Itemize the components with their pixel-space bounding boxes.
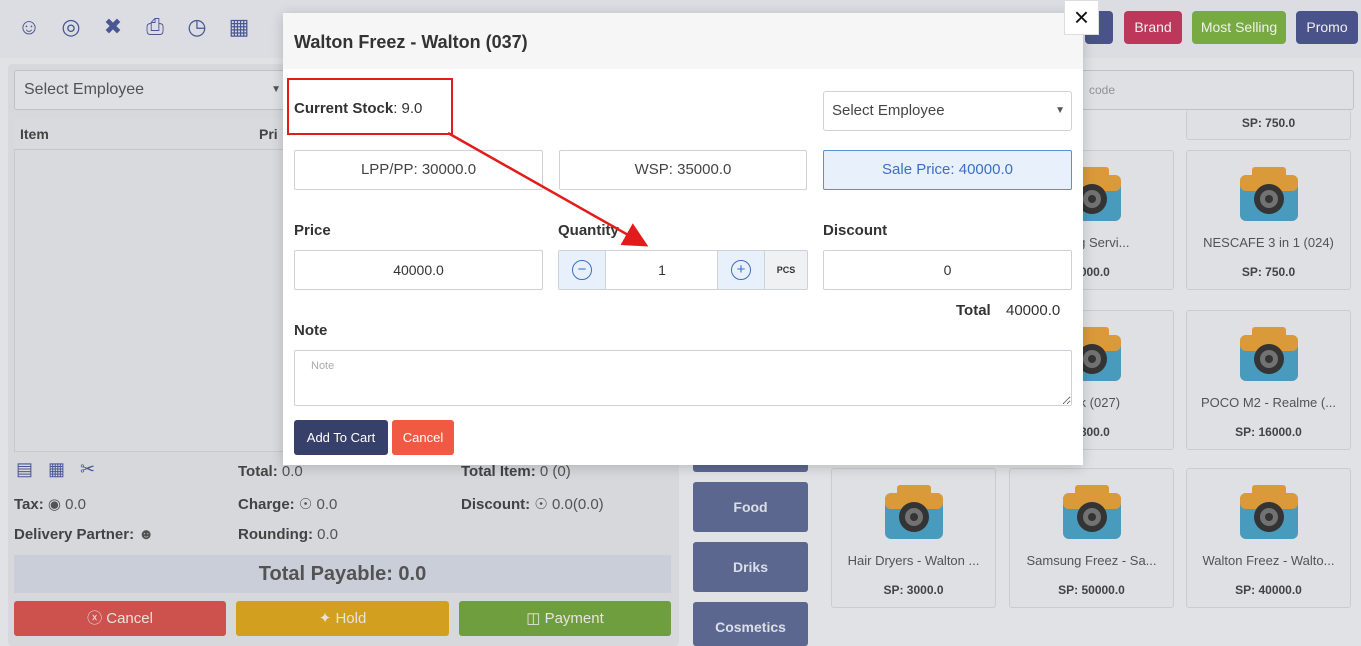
- quantity-label: Quantity: [558, 222, 619, 239]
- unit-label: PCS: [764, 251, 807, 289]
- wsp-price-button[interactable]: WSP: 35000.0: [559, 150, 807, 190]
- total-value: 40000.0: [1006, 302, 1061, 319]
- discount-input[interactable]: 0: [823, 250, 1072, 290]
- quantity-stepper: − 1 + PCS: [558, 250, 808, 290]
- chevron-down-icon: ▼: [1055, 105, 1065, 116]
- modal-title: Walton Freez - Walton (037): [294, 32, 528, 52]
- sale-price-button[interactable]: Sale Price: 40000.0: [823, 150, 1072, 190]
- cancel-button[interactable]: Cancel: [392, 420, 454, 455]
- increment-button[interactable]: +: [717, 251, 764, 289]
- add-to-cart-button[interactable]: Add To Cart: [294, 420, 388, 455]
- modal-employee-select[interactable]: Select Employee ▼: [823, 91, 1072, 131]
- quantity-input[interactable]: 1: [607, 251, 717, 289]
- modal-employee-select-label: Select Employee: [832, 102, 945, 119]
- close-button[interactable]: ×: [1064, 0, 1099, 35]
- plus-icon: +: [731, 260, 751, 280]
- price-input[interactable]: 40000.0: [294, 250, 543, 290]
- note-label: Note: [294, 322, 328, 339]
- decrement-button[interactable]: −: [559, 251, 606, 289]
- note-field[interactable]: [294, 350, 1072, 406]
- lpp-price-button[interactable]: LPP/PP: 30000.0: [294, 150, 543, 190]
- modal-header: Walton Freez - Walton (037): [283, 13, 1083, 69]
- discount-label: Discount: [823, 222, 888, 239]
- price-label: Price: [294, 222, 331, 239]
- minus-icon: −: [572, 260, 592, 280]
- total-label: Total: [956, 302, 991, 319]
- annotation-highlight-box: [287, 78, 453, 135]
